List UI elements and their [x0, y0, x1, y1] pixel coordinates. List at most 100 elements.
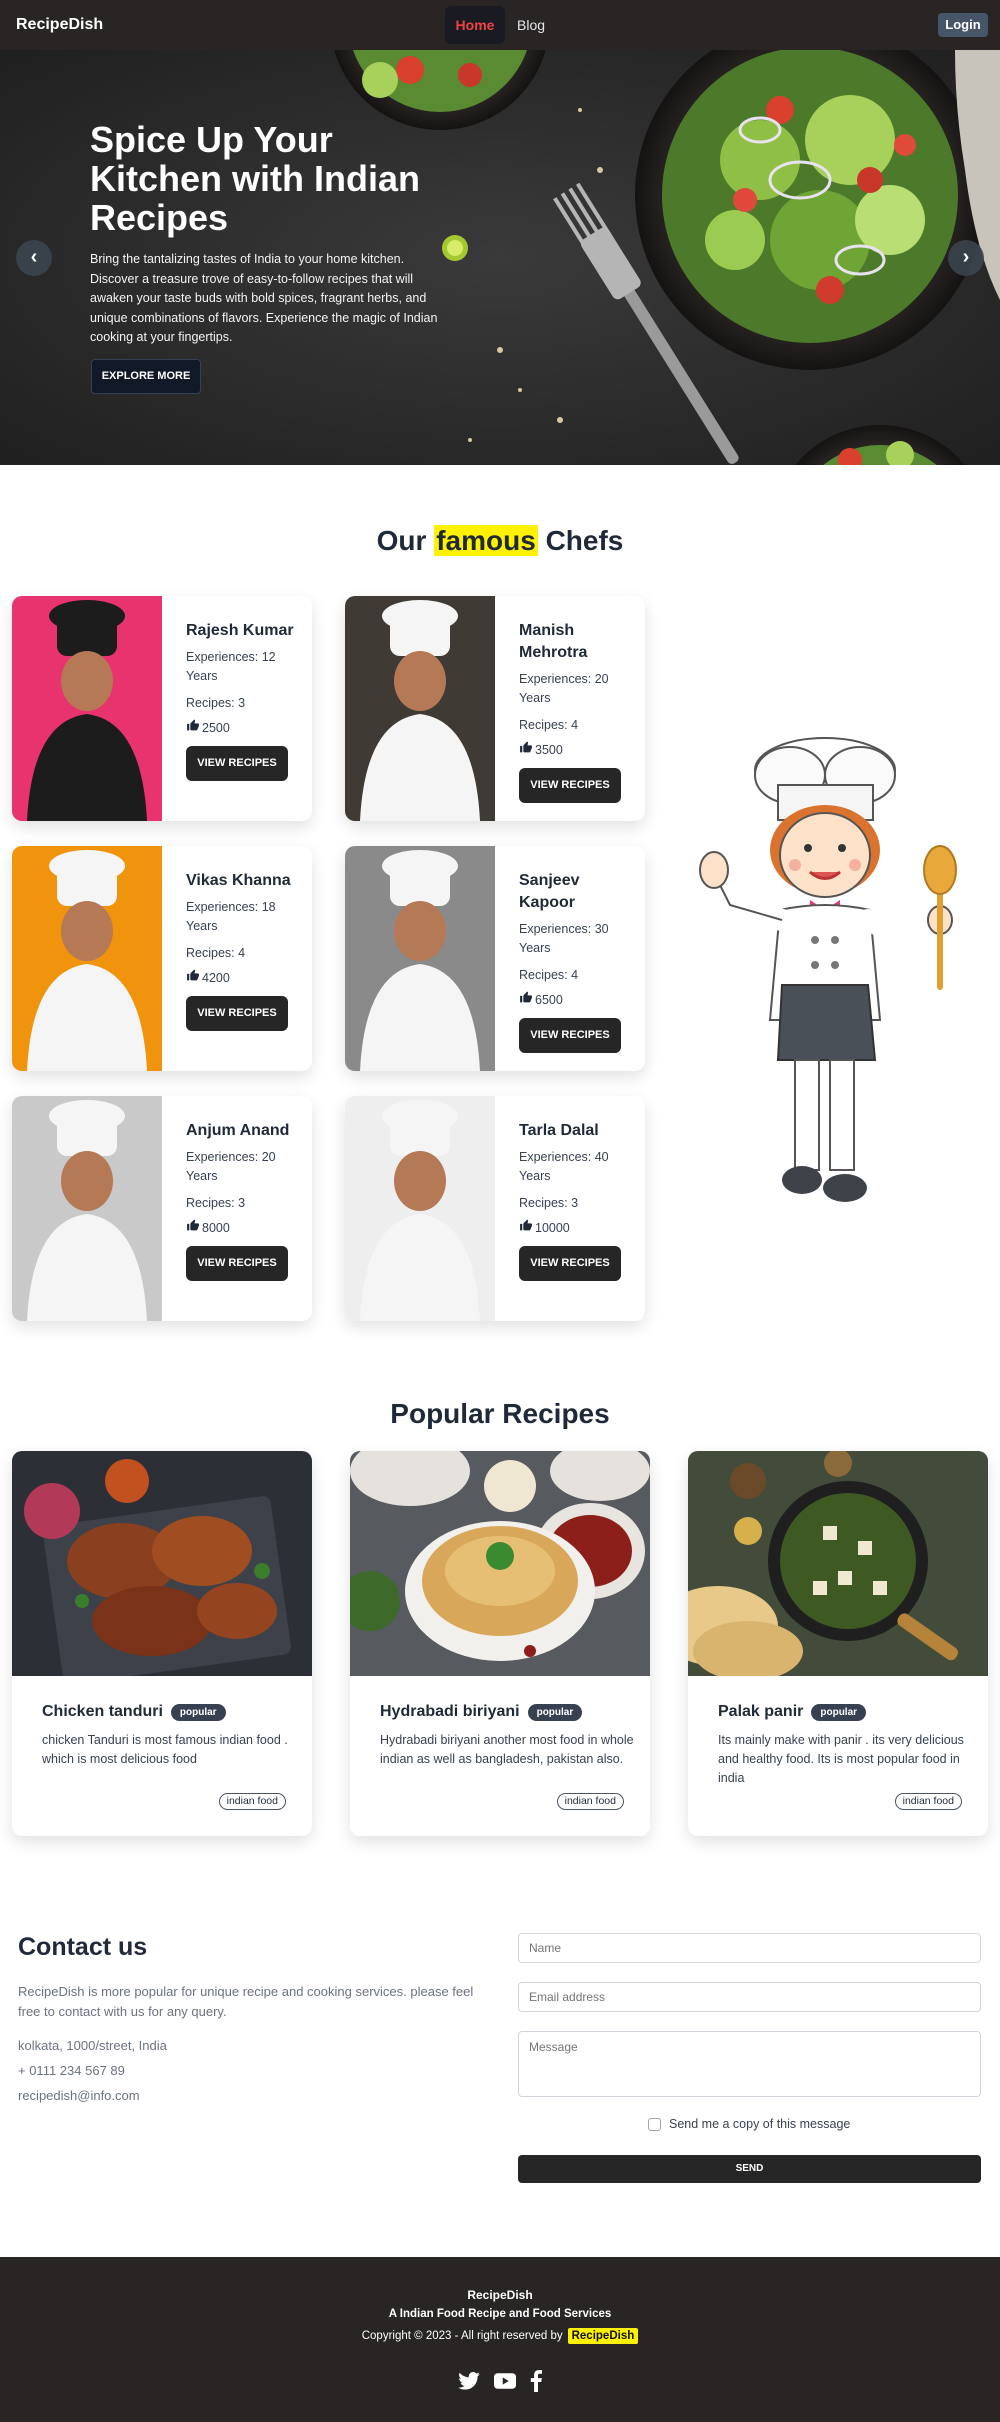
recipe-card[interactable]: Hydrabadi biriyani popular Hydrabadi bir… — [350, 1451, 650, 1836]
chef-likes-count: 4200 — [202, 971, 230, 985]
chef-likes-count: 10000 — [535, 1221, 570, 1235]
chef-experience: Experiences: 40 Years — [519, 1150, 609, 1183]
recipe-tag: indian food — [556, 1793, 624, 1810]
contact-address: kolkata, 1000/street, India — [18, 2038, 167, 2053]
chef-info: Manish Mehrotra Experiences: 20 Years Reci… — [519, 620, 634, 803]
popular-badge: popular — [811, 1703, 867, 1721]
copyright-text: Copyright © 2023 - All right reserved by — [361, 2330, 563, 2342]
chef-likes: 8000 — [186, 1219, 301, 1238]
popular-badge: popular — [527, 1703, 583, 1721]
chef-recipes: Recipes: 4 — [519, 718, 579, 732]
copy-checkbox-label: Send me a copy of this message — [669, 2117, 851, 2131]
recipe-card[interactable]: Chicken tanduri popular chicken Tanduri … — [12, 1451, 312, 1836]
chevron-right-icon: › — [962, 246, 970, 268]
popular-badge: popular — [170, 1703, 226, 1721]
contact-description: RecipeDish is more popular for unique re… — [18, 1984, 474, 2019]
message-field[interactable] — [518, 2031, 981, 2097]
contact-phone[interactable]: + 0111 234 567 89 — [18, 2063, 125, 2078]
view-recipes-button[interactable]: VIEW RECIPES — [519, 768, 621, 803]
chef-likes: 10000 — [519, 1219, 634, 1238]
thumbs-up-icon — [519, 991, 535, 1010]
chef-recipes: Recipes: 3 — [186, 696, 246, 710]
chef-likes: 6500 — [519, 991, 634, 1010]
carousel-prev-button[interactable]: ‹ — [16, 240, 52, 276]
brand-logo[interactable]: RecipeDish — [16, 16, 103, 34]
recipe-card[interactable]: Palak panir popular Its mainly make with… — [688, 1451, 988, 1836]
chef-likes: 4200 — [186, 969, 301, 988]
copy-checkbox-row[interactable]: Send me a copy of this message — [648, 2117, 850, 2131]
chef-recipes: Recipes: 4 — [519, 968, 579, 982]
navbar: RecipeDish Home Blog Login — [0, 0, 1000, 50]
view-recipes-button[interactable]: VIEW RECIPES — [186, 996, 288, 1031]
chef-photo — [12, 596, 162, 821]
chef-card: Vikas Khanna Experiences: 18 Years Recipes… — [12, 846, 312, 1071]
chefs-section-title: Our famous Chefs — [0, 525, 1000, 557]
chef-info: Rajesh Kumar Experiences: 12 Years Recipes… — [186, 620, 301, 781]
chef-experience: Experiences: 12 Years — [186, 650, 276, 683]
chef-info: Tarla Dalal Experiences: 40 Years Recipes:… — [519, 1120, 634, 1281]
chef-recipes: Recipes: 4 — [186, 946, 246, 960]
view-recipes-button[interactable]: VIEW RECIPES — [519, 1018, 621, 1053]
chef-experience: Experiences: 18 Years — [186, 900, 276, 933]
email-field[interactable] — [518, 1982, 981, 2012]
recipe-tag: indian food — [218, 1793, 286, 1810]
recipe-description: chicken Tanduri is most famous indian fo… — [42, 1733, 288, 1766]
recipe-name: Hydrabadi biriyani popular — [380, 1703, 635, 1721]
nav-link-blog[interactable]: Blog — [517, 6, 545, 44]
chefs-title-before: Our — [376, 525, 427, 556]
chef-name: Sanjeev Kapoor — [519, 872, 580, 911]
palak-panir-image — [688, 1451, 988, 1676]
name-field[interactable] — [518, 1933, 981, 1963]
chef-name: Rajesh Kumar — [186, 622, 294, 639]
facebook-icon[interactable] — [530, 2369, 542, 2397]
hero-title: Spice Up Your Kitchen with Indian Recipe… — [90, 119, 420, 238]
recipe-description: Its mainly make with panir . its very de… — [718, 1733, 964, 1785]
chef-name: Vikas Khanna — [186, 872, 291, 889]
recipes-section-title: Popular Recipes — [390, 1398, 610, 1429]
chefs-title-after: Chefs — [545, 525, 624, 556]
chef-photo — [345, 596, 495, 821]
chef-photo — [12, 846, 162, 1071]
contact-email[interactable]: recipedish@info.com — [18, 2088, 140, 2103]
view-recipes-button[interactable]: VIEW RECIPES — [186, 746, 288, 781]
carousel-next-button[interactable]: › — [948, 240, 984, 276]
chef-info: Sanjeev Kapoor Experiences: 30 Years Recip… — [519, 870, 634, 1053]
chef-recipes: Recipes: 3 — [186, 1196, 246, 1210]
view-recipes-button[interactable]: VIEW RECIPES — [519, 1246, 621, 1281]
footer-tagline: A Indian Food Recipe and Food Services — [388, 2308, 612, 2320]
chef-card: Tarla Dalal Experiences: 40 Years Recipes:… — [345, 1096, 645, 1321]
view-recipes-button[interactable]: VIEW RECIPES — [186, 1246, 288, 1281]
footer-brand: RecipeDish — [467, 2288, 533, 2302]
chef-likes-count: 3500 — [535, 743, 563, 757]
hydrabadi-biriyani-image — [350, 1451, 650, 1676]
chef-name: Anjum Anand — [186, 1122, 290, 1139]
thumbs-up-icon — [186, 719, 202, 738]
chef-experience: Experiences: 30 Years — [519, 922, 609, 955]
chef-card: Anjum Anand Experiences: 20 Years Recipes:… — [12, 1096, 312, 1321]
chef-name: Manish Mehrotra — [519, 622, 588, 661]
footer: RecipeDish A Indian Food Recipe and Food… — [0, 2257, 1000, 2422]
recipe-name-text: Chicken tanduri — [42, 1703, 163, 1720]
recipe-description: Hydrabadi biriyani another most food in … — [380, 1733, 634, 1766]
send-button[interactable]: SEND — [518, 2155, 981, 2183]
recipe-name-text: Palak panir — [718, 1703, 804, 1720]
nav-link-home[interactable]: Home — [445, 6, 505, 44]
hero-banner: Spice Up Your Kitchen with Indian Recipe… — [0, 50, 1000, 465]
chef-likes: 2500 — [186, 719, 301, 738]
copy-checkbox[interactable] — [648, 2117, 661, 2131]
hero-description: Bring the tantalizing tastes of India to… — [90, 252, 438, 344]
twitter-icon[interactable] — [458, 2371, 480, 2395]
explore-more-button[interactable]: EXPLORE MORE — [91, 359, 201, 394]
chef-experience: Experiences: 20 Years — [519, 672, 609, 705]
chef-photo — [345, 846, 495, 1071]
recipe-name: Palak panir popular — [718, 1703, 973, 1721]
chef-mascot-illustration — [699, 737, 957, 1202]
chef-card: Manish Mehrotra Experiences: 20 Years Reci… — [345, 596, 645, 821]
chef-name: Tarla Dalal — [519, 1122, 599, 1139]
recipe-name-text: Hydrabadi biriyani — [380, 1703, 520, 1720]
chef-likes-count: 2500 — [202, 721, 230, 735]
youtube-icon[interactable] — [494, 2372, 516, 2394]
recipe-tag: indian food — [894, 1793, 962, 1810]
login-button[interactable]: Login — [938, 13, 988, 37]
chefs-title-highlight: famous — [434, 525, 538, 556]
